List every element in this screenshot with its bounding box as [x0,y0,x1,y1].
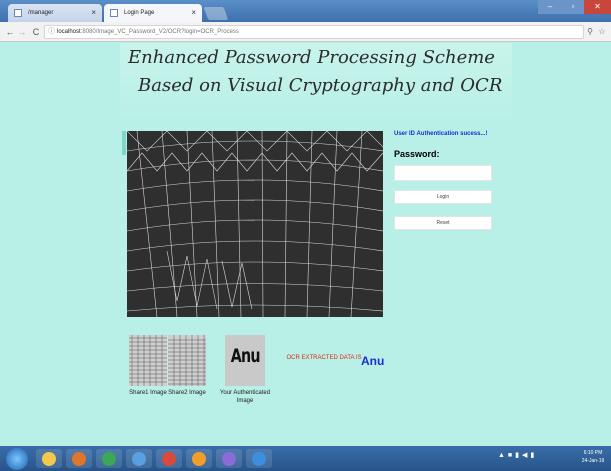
page-favicon-icon [110,9,118,17]
firefox-icon[interactable] [66,449,92,468]
url-path: :8080/Image_VC_Password_V2/OCR?login=OCR… [80,29,239,35]
url-input[interactable]: ⓘ localhost:8080/Image_VC_Password_V2/OC… [44,25,584,39]
password-label: Password: [394,149,440,159]
taskbar-clock[interactable]: 6:10 PM 24-Jan-19 [578,449,608,465]
app-icon[interactable] [186,449,212,468]
file-explorer-icon[interactable] [36,449,62,468]
url-host: localhost [57,29,81,35]
close-window-icon[interactable]: ✕ [584,0,611,14]
ocr-label: OCR EXTRACTED DATA IS [286,355,362,361]
authentication-status: User ID Authentication sucess...! [394,131,488,137]
tab-login-page[interactable]: Login Page × [104,4,202,22]
app-icon[interactable] [216,449,242,468]
address-bar: ← → C ⓘ localhost:8080/Image_VC_Password… [0,22,611,42]
start-button-icon[interactable] [6,448,28,470]
browser-tab-bar: /manager × Login Page × – ▫ ✕ [0,0,611,22]
back-arrow-icon[interactable]: ← [4,25,16,39]
password-field[interactable] [394,165,492,181]
tab-label: /manager [28,10,54,16]
page-content: Enhanced Password Processing Scheme Base… [0,43,611,446]
page-subtitle: Based on Visual Cryptography and OCR [138,75,503,96]
app-icon[interactable] [126,449,152,468]
new-tab-icon[interactable] [203,7,229,20]
reset-button[interactable]: Reset [394,216,492,230]
share1-caption: Share1 Image [129,390,167,396]
clock-time: 6:10 PM [583,450,603,456]
zoom-icon[interactable]: ⚲ [584,25,596,39]
chrome-icon[interactable] [96,449,122,468]
app-icon[interactable] [156,449,182,468]
minimize-icon[interactable]: – [538,0,562,14]
authenticated-image-text: Anu [230,345,261,367]
share1-image [129,335,167,386]
authenticated-image-caption: Your Authenticated Image [219,390,271,404]
visual-cryptography-image [127,131,383,317]
forward-arrow-icon[interactable]: → [16,25,28,39]
tab-close-icon[interactable]: × [91,4,96,22]
share2-caption: Share2 Image [168,390,206,396]
bookmark-star-icon[interactable]: ☆ [596,25,608,39]
tab-label: Login Page [124,10,155,16]
ocr-value: Anu [361,354,385,368]
authenticated-image: Anu [225,335,265,386]
maximize-icon[interactable]: ▫ [562,0,584,14]
tab-close-icon[interactable]: × [191,4,196,22]
clock-date: 24-Jan-19 [581,458,605,464]
system-tray-icons[interactable]: ▲■▮◀▮ [498,451,537,459]
page-favicon-icon [14,9,22,17]
info-icon: ⓘ [48,28,55,35]
app-icon[interactable] [246,449,272,468]
decorative-stripe [122,131,126,155]
tab-manager[interactable]: /manager × [8,4,102,22]
login-button[interactable]: Login [394,190,492,204]
reload-icon[interactable]: C [30,25,42,39]
windows-taskbar: ▲■▮◀▮ 6:10 PM 24-Jan-19 [0,446,611,471]
share2-image [168,335,206,386]
page-title: Enhanced Password Processing Scheme [128,47,495,68]
